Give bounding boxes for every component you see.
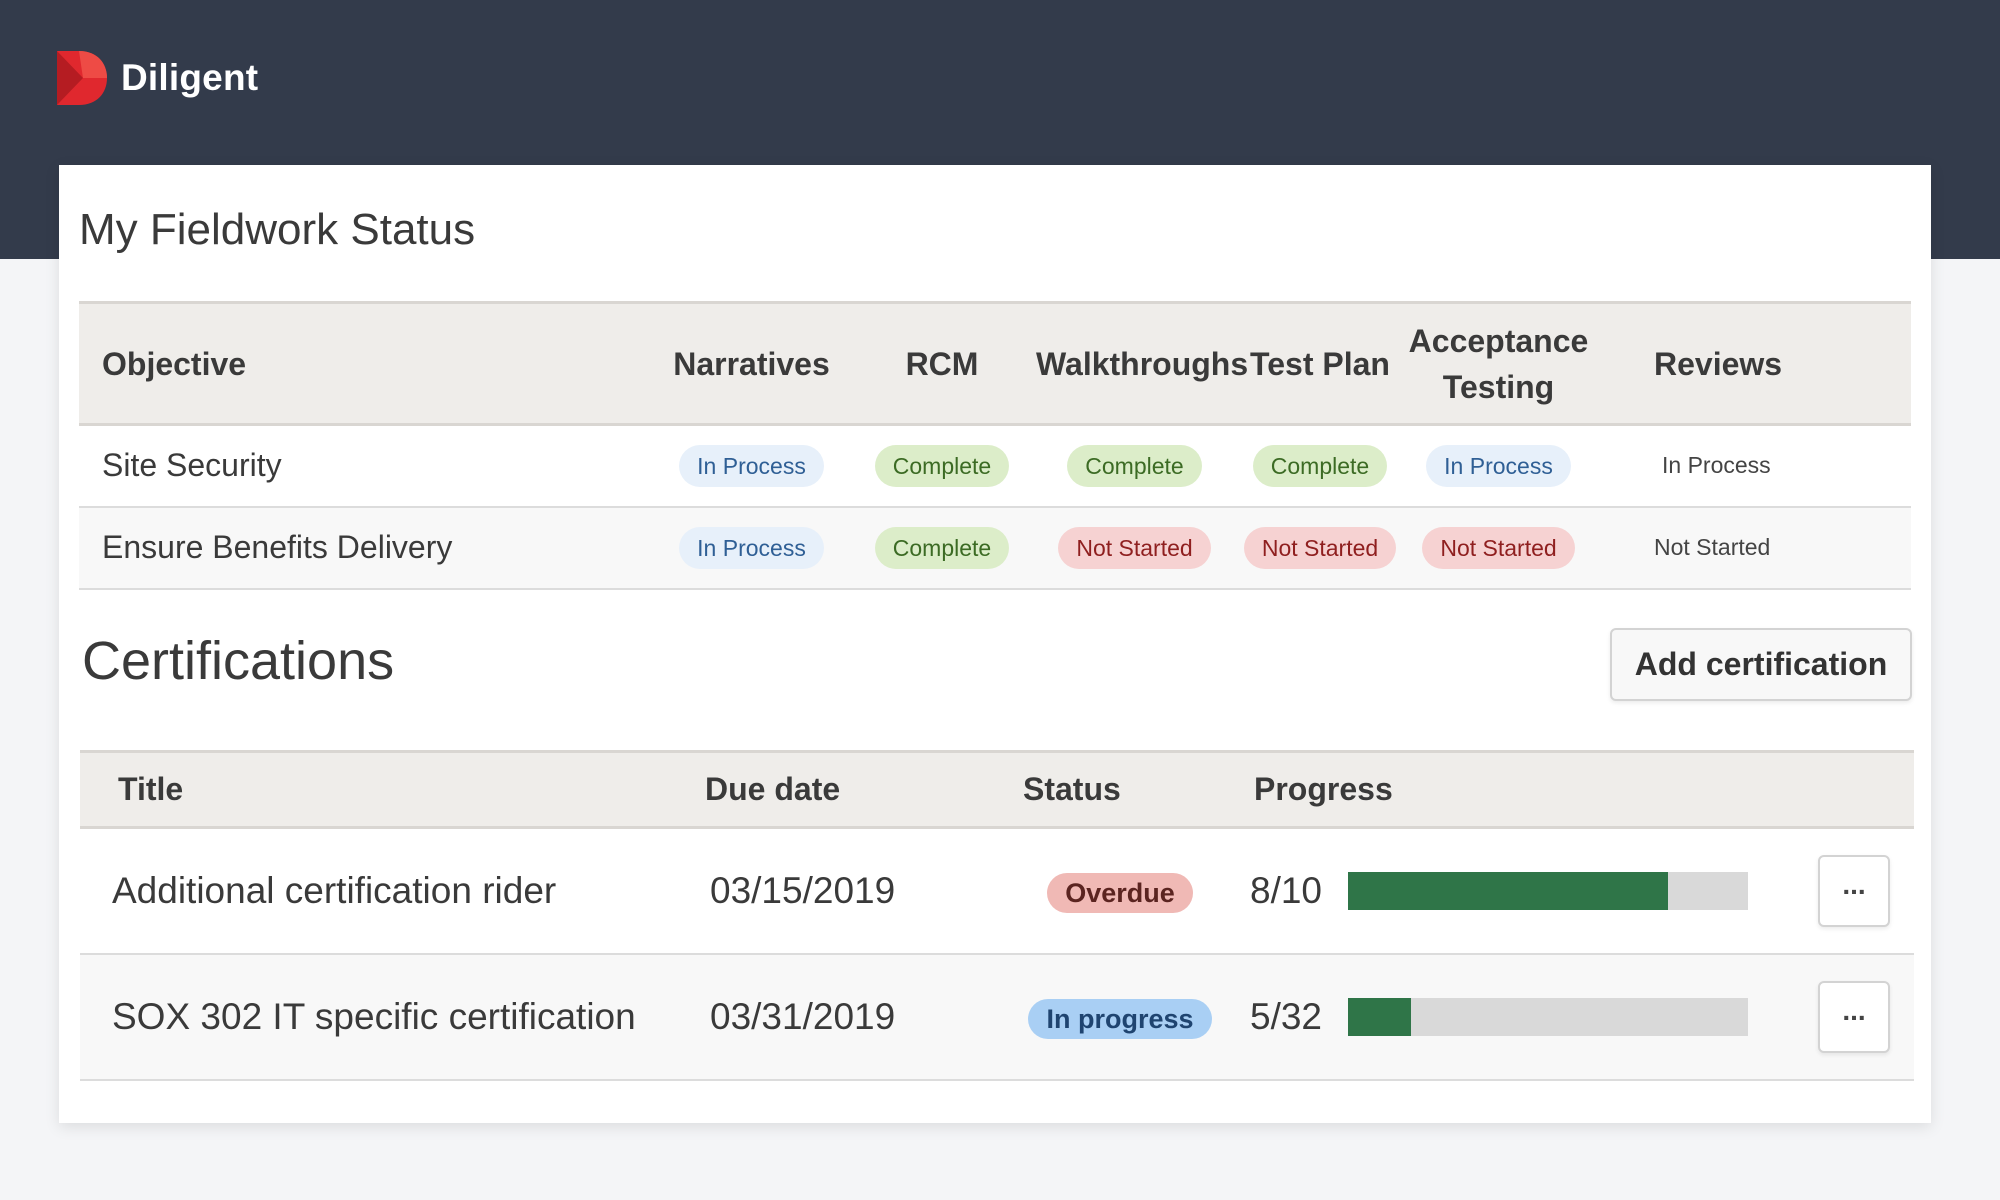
- rcm-cell: Complete: [854, 506, 1030, 590]
- reviews-cell: In Process: [1596, 424, 1911, 508]
- acceptance-cell: In Process: [1401, 424, 1596, 508]
- status-badge: In Process: [679, 526, 824, 569]
- narratives-cell: In Process: [649, 506, 854, 590]
- content-card: My Fieldwork Status Objective Narratives…: [59, 165, 1931, 1123]
- certification-title[interactable]: Additional certification rider: [80, 827, 700, 955]
- reviews-cell: Not Started: [1596, 506, 1911, 590]
- status-badge: In Process: [1426, 444, 1571, 487]
- brand[interactable]: Diligent: [57, 50, 258, 106]
- column-header-test-plan: Test Plan: [1239, 301, 1401, 426]
- column-header-objective: Objective: [79, 301, 649, 426]
- diligent-logo-icon: [57, 51, 107, 105]
- progress-count: 5/32: [1250, 995, 1323, 1037]
- table-row[interactable]: SOX 302 IT specific certification 03/31/…: [80, 953, 1914, 1081]
- status-cell: In progress: [990, 953, 1250, 1081]
- column-header-status: Status: [990, 750, 1250, 829]
- status-badge: Overdue: [1047, 872, 1193, 913]
- certifications-table: Title Due date Status Progress Additiona…: [80, 750, 1914, 1081]
- certification-title[interactable]: SOX 302 IT specific certification: [80, 953, 700, 1081]
- due-date: 03/31/2019: [700, 953, 990, 1081]
- status-cell: Overdue: [990, 827, 1250, 955]
- certifications-title: Certifications: [82, 631, 395, 691]
- status-badge: Complete: [1067, 444, 1202, 487]
- column-header-walkthroughs: Walkthroughs: [1030, 301, 1248, 426]
- status-badge: Not Started: [1243, 526, 1397, 569]
- test-plan-cell: Not Started: [1239, 506, 1401, 590]
- progress-cell: 8/10: [1250, 827, 1794, 955]
- status-text: In Process: [1662, 452, 1771, 479]
- ellipsis-icon[interactable]: ...: [1818, 854, 1890, 927]
- progress: 8/10: [1250, 870, 1794, 912]
- progress: 5/32: [1250, 996, 1794, 1038]
- column-header-narratives: Narratives: [649, 301, 854, 426]
- progress-fill: [1348, 997, 1411, 1036]
- walkthroughs-cell: Complete: [1030, 424, 1239, 508]
- status-badge: In progress: [1028, 998, 1212, 1039]
- add-certification-button[interactable]: Add certification: [1610, 628, 1912, 701]
- status-badge: Not Started: [1422, 526, 1575, 569]
- column-header-actions: [1794, 750, 1914, 829]
- status-badge: Complete: [1252, 444, 1388, 487]
- column-header-progress: Progress: [1250, 750, 1794, 829]
- column-header-reviews: Reviews: [1596, 301, 1911, 426]
- brand-name: Diligent: [121, 57, 259, 98]
- test-plan-cell: Complete: [1239, 424, 1401, 508]
- status-badge: Not Started: [1058, 526, 1211, 569]
- table-row[interactable]: Ensure Benefits Delivery In Process Comp…: [79, 506, 1911, 590]
- progress-fill: [1348, 871, 1668, 910]
- fieldwork-table: Objective Narratives RCM Walkthroughs Te…: [79, 301, 1911, 590]
- status-badge: Complete: [874, 444, 1010, 487]
- column-header-due-date: Due date: [700, 750, 990, 829]
- fieldwork-title: My Fieldwork Status: [79, 205, 476, 254]
- fieldwork-header-row: Objective Narratives RCM Walkthroughs Te…: [79, 301, 1911, 426]
- certifications-header-row: Title Due date Status Progress: [80, 750, 1914, 829]
- ellipsis-icon[interactable]: ...: [1818, 980, 1890, 1053]
- column-header-title: Title: [80, 750, 700, 829]
- rcm-cell: Complete: [854, 424, 1030, 508]
- column-header-acceptance-testing: Acceptance Testing: [1401, 301, 1596, 426]
- progress-count: 8/10: [1250, 869, 1323, 911]
- table-row[interactable]: Additional certification rider 03/15/201…: [80, 827, 1914, 955]
- objective-cell[interactable]: Site Security: [79, 424, 649, 508]
- status-text: Not Started: [1654, 534, 1771, 560]
- status-badge: In Process: [679, 444, 824, 487]
- actions-cell: ...: [1794, 953, 1914, 1081]
- progress-cell: 5/32: [1250, 953, 1794, 1081]
- progress-bar: [1348, 871, 1748, 910]
- due-date: 03/15/2019: [700, 827, 990, 955]
- progress-bar: [1348, 997, 1748, 1036]
- objective-cell[interactable]: Ensure Benefits Delivery: [79, 506, 649, 590]
- actions-cell: ...: [1794, 827, 1914, 955]
- table-row[interactable]: Site Security In Process Complete Comple…: [79, 424, 1911, 508]
- acceptance-cell: Not Started: [1401, 506, 1596, 590]
- status-badge: Complete: [874, 526, 1010, 569]
- narratives-cell: In Process: [649, 424, 854, 508]
- column-header-rcm: RCM: [854, 301, 1030, 426]
- walkthroughs-cell: Not Started: [1030, 506, 1239, 590]
